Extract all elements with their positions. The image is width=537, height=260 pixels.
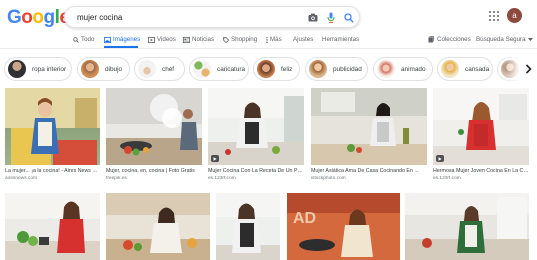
tag-icon xyxy=(223,36,229,43)
result-source: es.123rf.com xyxy=(433,176,461,181)
result-image[interactable] xyxy=(208,88,304,165)
chip-label: ropa interior xyxy=(32,65,67,73)
chip-caricatura[interactable]: caricatura xyxy=(189,57,249,81)
news-icon xyxy=(183,36,190,43)
chip-thumbnail xyxy=(8,60,26,78)
safesearch-menu[interactable]: Búsqueda Segura xyxy=(476,36,533,43)
chip-cansada[interactable]: cansada xyxy=(437,57,493,81)
chip-thumbnail xyxy=(257,60,275,78)
google-logo[interactable]: Google xyxy=(7,7,70,29)
video-badge xyxy=(211,155,219,162)
tab-label: Herramientas xyxy=(322,36,360,43)
chip-thumbnail xyxy=(138,60,156,78)
chevron-right-icon[interactable] xyxy=(519,60,537,78)
tab-noticias[interactable]: Noticias xyxy=(183,36,214,43)
chip-label: caricatura xyxy=(217,65,246,73)
chip-label: chef xyxy=(162,65,175,73)
collections-link[interactable]: Colecciones xyxy=(428,36,471,43)
chip-ropa-interior[interactable]: ropa interior xyxy=(4,57,72,81)
chip-label: animado xyxy=(401,65,426,73)
header-divider xyxy=(0,48,537,49)
chip-thumbnail xyxy=(377,60,395,78)
chip-label: cansada xyxy=(465,65,490,73)
chip-feliz[interactable]: feliz xyxy=(253,57,300,81)
microphone-icon[interactable] xyxy=(324,11,337,24)
tab-label: Noticias xyxy=(192,36,215,43)
caret-down-icon xyxy=(527,38,533,41)
video-icon xyxy=(148,36,155,43)
tab-label: Más xyxy=(270,36,282,43)
result-image[interactable] xyxy=(405,193,529,260)
chip-label: publicidad xyxy=(333,65,362,73)
chip-chef[interactable]: chef xyxy=(134,57,185,81)
result-caption[interactable]: Mujer Cocina Con La Receta De Un Pc... xyxy=(208,168,304,174)
apps-grid-icon[interactable] xyxy=(489,11,499,21)
result-image[interactable]: AD xyxy=(287,193,400,260)
camera-icon[interactable] xyxy=(306,11,319,24)
search-icon[interactable] xyxy=(342,11,355,24)
tab-mas[interactable]: Más xyxy=(266,36,282,43)
search-box[interactable] xyxy=(64,6,360,28)
result-source: istockphoto.com xyxy=(311,176,346,181)
result-source: airesnews.com xyxy=(5,176,37,181)
search-icon xyxy=(73,36,79,43)
tab-herramientas[interactable]: Herramientas xyxy=(322,36,359,43)
tab-label: Todo xyxy=(81,36,95,43)
search-input[interactable] xyxy=(77,10,297,25)
video-badge xyxy=(436,155,444,162)
result-image[interactable] xyxy=(106,193,210,260)
safesearch-label: Búsqueda Segura xyxy=(476,36,526,43)
chip-thumbnail xyxy=(309,60,327,78)
tab-videos[interactable]: Videos xyxy=(148,36,176,43)
tab-label: Videos xyxy=(157,36,176,43)
more-vert-icon xyxy=(266,36,268,43)
chip-animado[interactable]: animado xyxy=(373,57,433,81)
result-source: es.123rf.com xyxy=(208,176,236,181)
collections-label: Colecciones xyxy=(437,36,471,43)
chip-label: feliz xyxy=(281,65,293,73)
result-source: freepik.es xyxy=(106,176,127,181)
tab-label: Shopping xyxy=(231,36,258,43)
result-image[interactable] xyxy=(311,88,427,165)
result-caption[interactable]: Mujer, cocina, en, cocina | Foto Gratis xyxy=(106,168,202,174)
result-image[interactable] xyxy=(5,88,100,165)
result-caption[interactable]: Hermosa Mujer Joven Cocina En La Cocina.… xyxy=(433,168,529,174)
tab-label: Imágenes xyxy=(113,36,141,43)
image-icon xyxy=(104,36,111,43)
chip-thumbnail xyxy=(81,60,99,78)
result-image[interactable] xyxy=(106,88,202,165)
result-caption[interactable]: Mujer Asiática Ama De Casa Cocinando En … xyxy=(311,168,427,174)
result-image[interactable] xyxy=(5,193,100,260)
svg-text:AD: AD xyxy=(293,210,316,227)
chip-label: dibujo xyxy=(105,65,123,73)
tab-shopping[interactable]: Shopping xyxy=(223,36,257,43)
result-image[interactable] xyxy=(216,193,280,260)
avatar[interactable]: a xyxy=(507,8,522,23)
tab-imagenes[interactable]: Imágenes xyxy=(104,36,140,43)
tab-todo[interactable]: Todo xyxy=(73,36,94,43)
chip-thumbnail xyxy=(193,60,211,78)
chip-dibujo[interactable]: dibujo xyxy=(77,57,130,81)
chip-thumbnail xyxy=(441,60,459,78)
tab-label: Ajustes xyxy=(293,36,314,43)
collections-icon xyxy=(428,36,434,43)
result-caption[interactable]: La mujer... ¡a la cocina! - Aires News .… xyxy=(5,168,100,174)
chip-publicidad[interactable]: publicidad xyxy=(305,57,368,81)
tab-ajustes[interactable]: Ajustes xyxy=(293,36,313,43)
result-image[interactable] xyxy=(433,88,529,165)
